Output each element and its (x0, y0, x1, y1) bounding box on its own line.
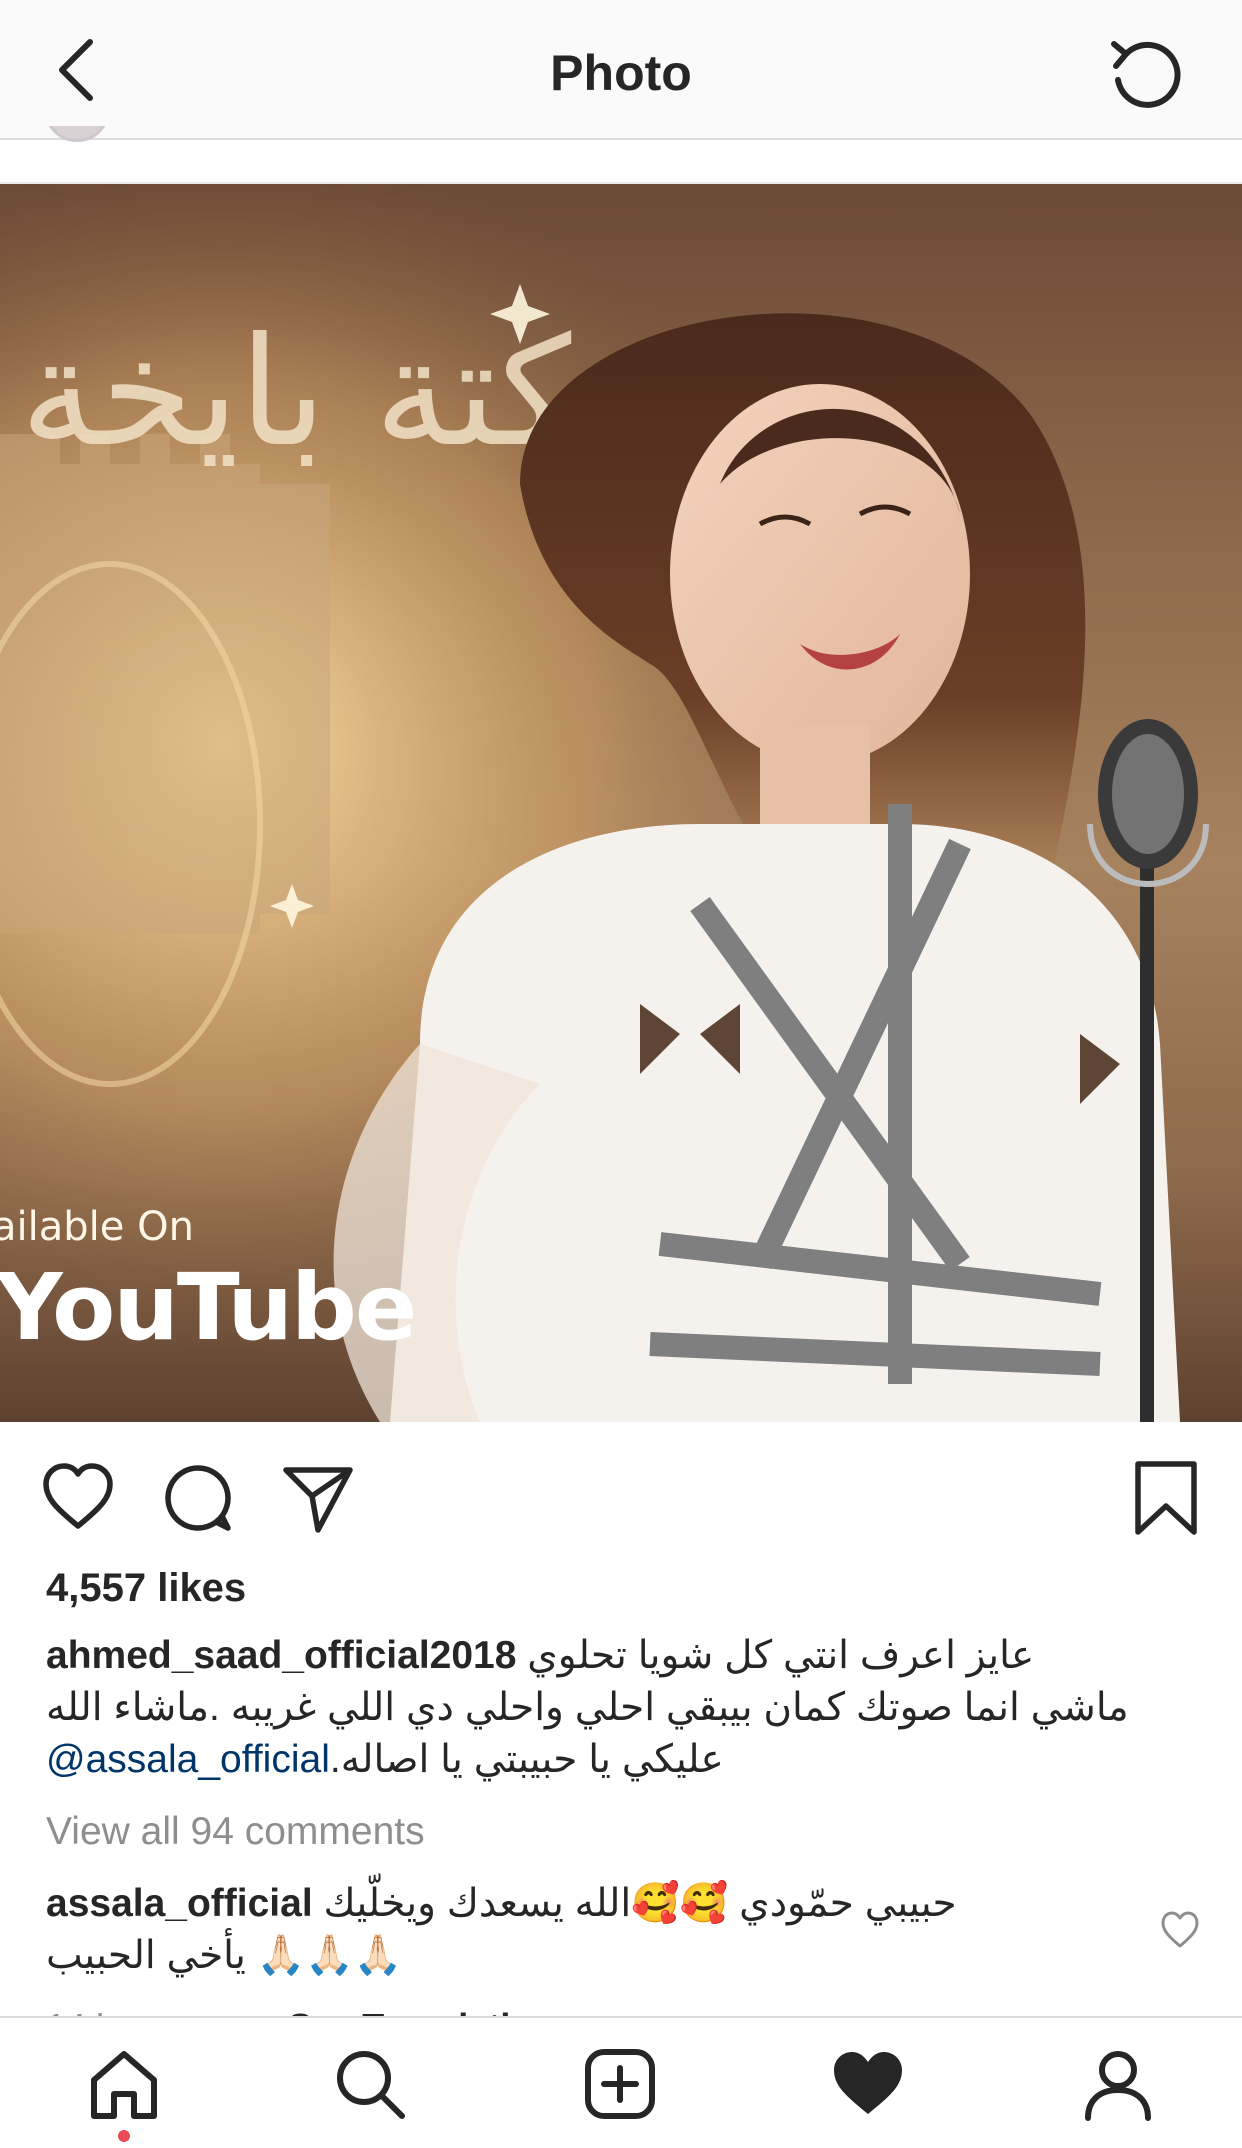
paper-plane-icon[interactable] (278, 1458, 358, 1538)
comment-username[interactable]: assala_official (46, 1882, 313, 1925)
caption-line-3: عليكي يا حبيبتي يا اصاله. (329, 1738, 724, 1781)
youtube-logo-text: YouTube (0, 1254, 417, 1361)
home-icon[interactable] (86, 2046, 162, 2122)
comment-line-1: حبيبي حمّودي 🥰🥰الله يسعدك ويخلّيك (323, 1882, 957, 1925)
post-caption: ahmed_saad_official2018 عايز اعرف انتي ك… (46, 1630, 1196, 1786)
post-image[interactable]: نكتة بايخة ailable On YouTube (0, 184, 1242, 1422)
refresh-icon[interactable] (1104, 32, 1188, 116)
notification-dot (118, 2130, 130, 2142)
caption-username[interactable]: ahmed_saad_official2018 (46, 1634, 516, 1677)
available-on-text: ailable On (0, 1204, 194, 1250)
add-post-icon[interactable] (582, 2046, 658, 2122)
caption-mention[interactable]: @assala_official (46, 1738, 330, 1781)
castle-decoration (0, 434, 330, 934)
comment-line-2: 🙏🏻🙏🏻🙏🏻 يأخي الحبيب (46, 1934, 403, 1977)
avatar[interactable] (44, 126, 114, 146)
caption-line-2: ماشي انما صوتك كمان بيبقي احلي واحلي دي … (46, 1686, 1129, 1729)
comment-like-icon[interactable] (1158, 1908, 1202, 1952)
comment-item: assala_official حبيبي حمّودي 🥰🥰الله يسعد… (46, 1878, 1126, 1982)
post-action-bar (0, 1440, 1242, 1540)
heart-outline-icon[interactable] (38, 1458, 118, 1538)
caption-line-1: عايز اعرف انتي كل شويا تحلوي (527, 1634, 1035, 1677)
top-nav-bar: Photo (0, 0, 1242, 140)
likes-count[interactable]: 4,557 likes (46, 1566, 246, 1611)
comment-bubble-icon[interactable] (158, 1458, 238, 1538)
page-title: Photo (550, 45, 692, 101)
view-all-comments-link[interactable]: View all 94 comments (46, 1810, 425, 1854)
profile-icon[interactable] (1080, 2046, 1156, 2122)
post-header-strip (0, 146, 1242, 184)
heart-filled-icon[interactable] (830, 2046, 906, 2122)
bookmark-icon[interactable] (1126, 1458, 1206, 1538)
bottom-tab-bar (0, 2016, 1242, 2148)
search-icon[interactable] (332, 2046, 408, 2122)
